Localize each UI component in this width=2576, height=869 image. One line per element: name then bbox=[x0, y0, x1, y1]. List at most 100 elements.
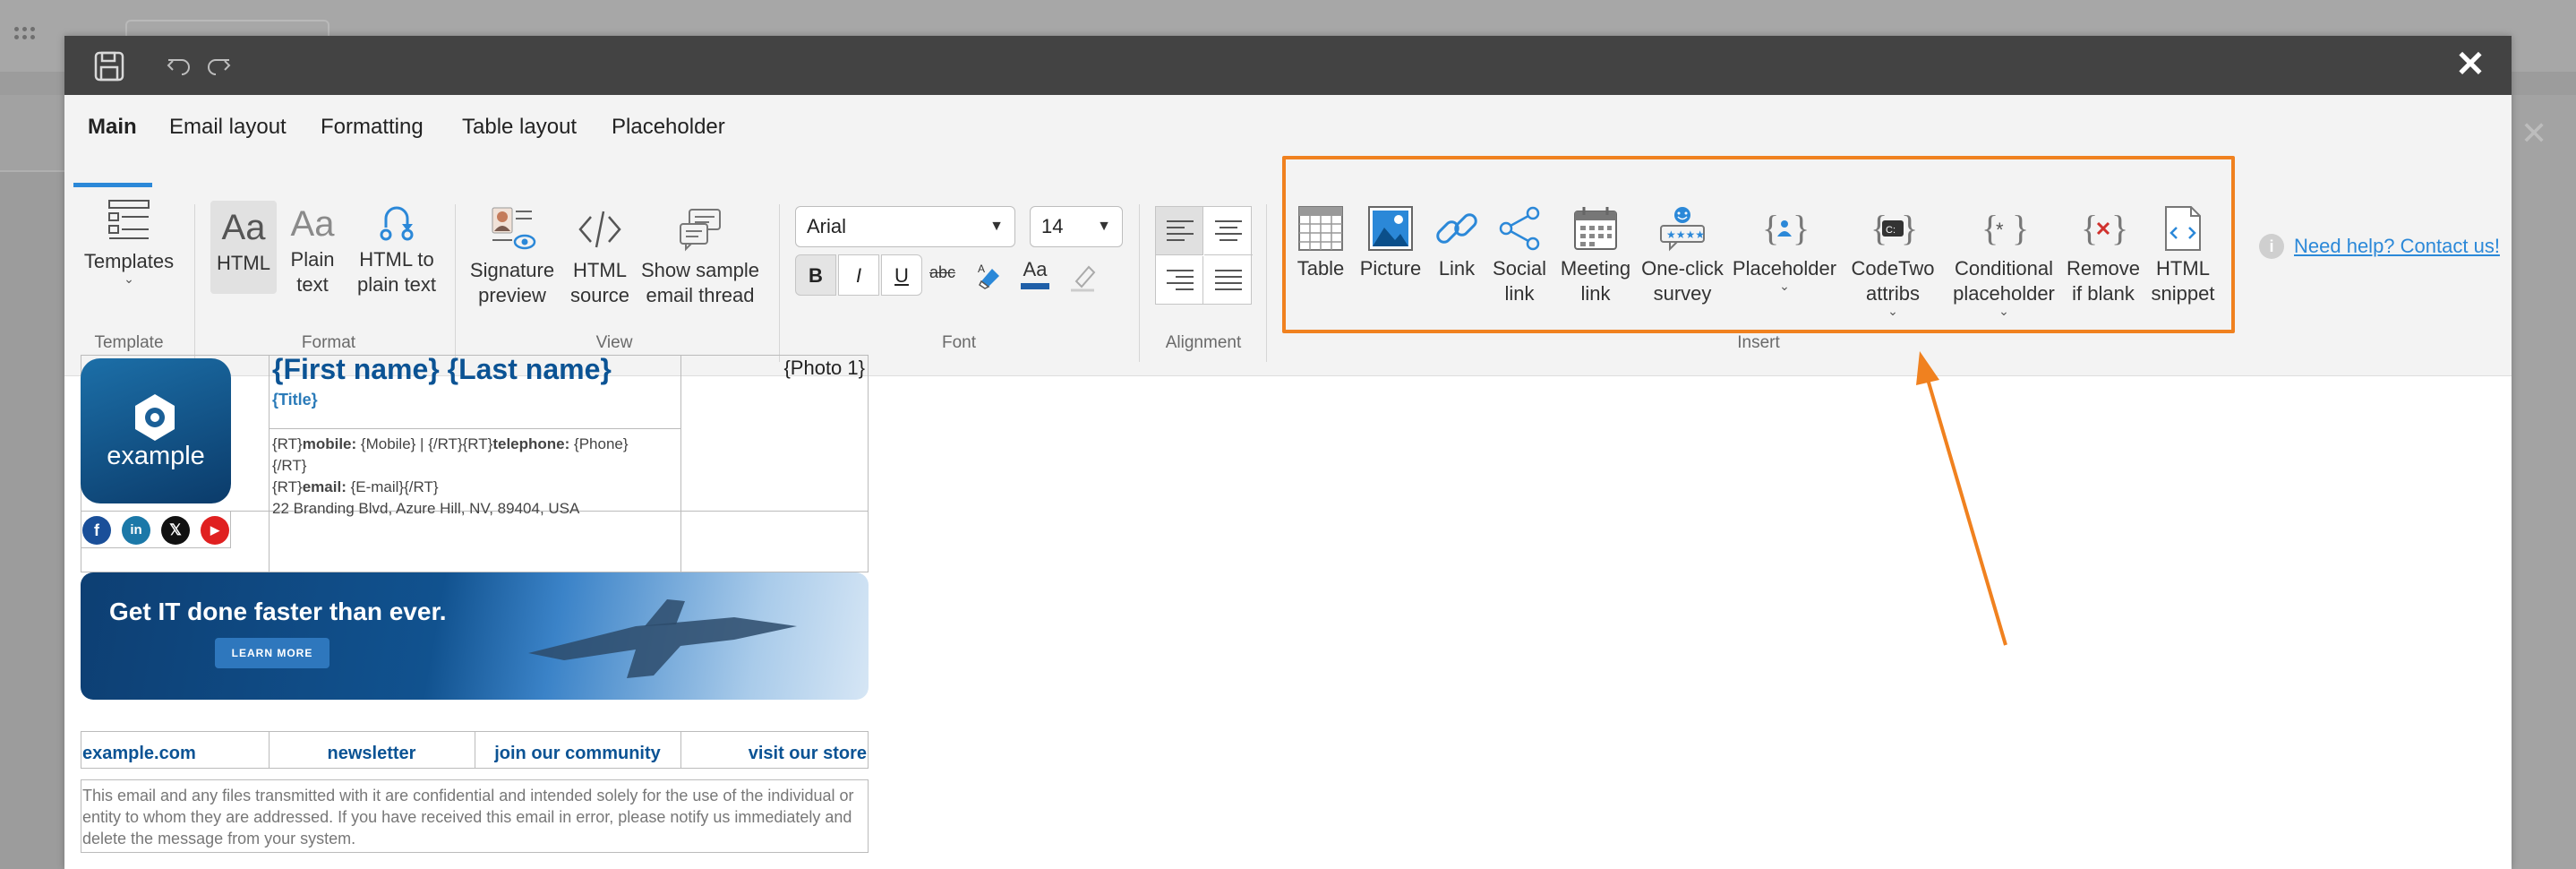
templates-icon bbox=[108, 200, 150, 239]
email-value: {E-mail}{/RT} bbox=[346, 478, 439, 495]
logo-text: example bbox=[107, 442, 205, 470]
html-source-button[interactable]: HTML source bbox=[564, 204, 636, 308]
group-label-view: View bbox=[595, 333, 633, 352]
title-bar: ✕ bbox=[64, 36, 2512, 95]
banner-headline: Get IT done faster than ever. bbox=[109, 598, 447, 626]
email-label: email: bbox=[302, 478, 347, 495]
signature-editor-window: ✕ Main Email layout Formatting Table lay… bbox=[64, 36, 2512, 869]
link-website[interactable]: example.com bbox=[82, 744, 196, 764]
signature-preview-label-1: Signature bbox=[469, 259, 555, 281]
link-store[interactable]: visit our store bbox=[680, 744, 867, 764]
email-thread-icon bbox=[680, 209, 721, 252]
logo-mark-icon bbox=[135, 394, 175, 441]
templates-button[interactable]: Templates ⌄ bbox=[82, 195, 175, 286]
font-family-value: Arial bbox=[807, 215, 847, 237]
tab-table-layout[interactable]: Table layout bbox=[462, 115, 577, 140]
photo-placeholder: {Photo 1} bbox=[783, 357, 865, 379]
rt-tag: {RT} bbox=[272, 478, 303, 495]
table-border bbox=[680, 355, 681, 572]
address: 22 Branding Blvd, Azure Hill, NV, 89404,… bbox=[272, 500, 580, 517]
html-to-plain-text-button[interactable]: HTML to plain text bbox=[347, 204, 447, 297]
banner-text-part-1: Get bbox=[109, 598, 158, 625]
tab-main[interactable]: Main bbox=[88, 115, 137, 140]
align-justify-button[interactable] bbox=[1204, 256, 1253, 305]
facebook-icon[interactable]: f bbox=[82, 516, 111, 545]
html-format-label: HTML bbox=[217, 252, 270, 274]
highlight-pen-icon[interactable] bbox=[1067, 262, 1098, 297]
tab-placeholder[interactable]: Placeholder bbox=[612, 115, 725, 140]
help-contact-link[interactable]: Need help? Contact us! bbox=[2294, 235, 2500, 258]
mobile-value: {Mobile} | {/RT}{RT} bbox=[356, 435, 493, 452]
group-label-alignment: Alignment bbox=[1165, 333, 1242, 352]
chevron-down-icon: ▼ bbox=[989, 219, 1004, 234]
app-grid-icon bbox=[14, 27, 36, 45]
html-source-label-2: source bbox=[569, 284, 630, 306]
font-family-select[interactable]: Arial ▼ bbox=[795, 206, 1015, 247]
link-newsletter[interactable]: newsletter bbox=[269, 744, 475, 764]
close-button[interactable]: ✕ bbox=[2452, 47, 2488, 82]
background-close-icon: ✕ bbox=[2520, 115, 2548, 151]
signature-preview-button[interactable]: Signature preview bbox=[467, 204, 557, 308]
telephone-value: {Phone} bbox=[569, 435, 629, 452]
linkedin-icon[interactable]: in bbox=[122, 516, 150, 545]
templates-label: Templates bbox=[83, 250, 175, 272]
alignment-grid bbox=[1155, 206, 1253, 305]
background-panel bbox=[0, 95, 64, 172]
promo-banner[interactable]: Get IT done faster than ever. LEARN MORE bbox=[81, 572, 869, 700]
info-icon: i bbox=[2259, 234, 2284, 259]
html-aa-icon: Aa bbox=[221, 208, 266, 247]
show-sample-label-2: email thread bbox=[646, 284, 755, 306]
ribbon-separator bbox=[779, 204, 780, 362]
html-to-plain-text-label-2: plain text bbox=[356, 273, 437, 296]
convert-icon bbox=[380, 206, 414, 241]
group-label-format: Format bbox=[301, 333, 356, 352]
plain-text-button[interactable]: Aa Plain text bbox=[279, 204, 346, 297]
signature-name: {First name} {Last name} bbox=[272, 353, 612, 385]
rt-close-tag: {/RT} bbox=[272, 457, 307, 474]
undo-icon[interactable] bbox=[159, 47, 199, 86]
svg-text:A: A bbox=[978, 262, 985, 275]
tab-formatting[interactable]: Formatting bbox=[321, 115, 424, 140]
signature-preview-icon bbox=[492, 207, 536, 250]
jet-image bbox=[528, 599, 797, 678]
plain-text-label-1: Plain bbox=[290, 248, 335, 271]
font-size-select[interactable]: 14 ▼ bbox=[1030, 206, 1123, 247]
clear-formatting-icon[interactable]: A bbox=[974, 262, 1005, 297]
signature-preview: example {First name} {Last name} {Title}… bbox=[81, 353, 869, 853]
active-tab-indicator bbox=[73, 183, 152, 187]
align-center-button[interactable] bbox=[1204, 207, 1253, 255]
plain-text-label-2: text bbox=[296, 273, 329, 296]
tab-email-layout[interactable]: Email layout bbox=[169, 115, 287, 140]
code-icon bbox=[578, 211, 621, 248]
signature-preview-label-2: preview bbox=[478, 284, 546, 306]
table-border bbox=[269, 355, 270, 572]
link-community[interactable]: join our community bbox=[475, 744, 680, 764]
learn-more-button[interactable]: LEARN MORE bbox=[215, 638, 329, 668]
html-to-plain-text-label-1: HTML to bbox=[359, 248, 434, 271]
youtube-icon[interactable]: ▶ bbox=[201, 516, 229, 545]
banner-text-bold: IT bbox=[158, 598, 181, 625]
company-logo: example bbox=[81, 358, 231, 503]
ribbon-separator bbox=[455, 204, 456, 362]
mobile-label: mobile: bbox=[302, 435, 357, 452]
align-left-button[interactable] bbox=[1156, 207, 1203, 255]
bold-button[interactable]: B bbox=[795, 254, 836, 296]
italic-button[interactable]: I bbox=[838, 254, 879, 296]
font-color-button[interactable]: Aa bbox=[1019, 258, 1051, 289]
html-source-label-1: HTML bbox=[573, 259, 627, 281]
chevron-down-icon: ⌄ bbox=[124, 271, 134, 286]
banner-text-part-2: done faster than ever. bbox=[180, 598, 447, 625]
save-icon[interactable] bbox=[90, 47, 129, 86]
underline-button[interactable]: U bbox=[881, 254, 922, 296]
strikethrough-button[interactable]: abc bbox=[929, 263, 955, 282]
show-sample-email-thread-button[interactable]: Show sample email thread bbox=[639, 204, 761, 308]
html-format-button[interactable]: Aa HTML bbox=[210, 201, 277, 294]
insert-group-highlight bbox=[1282, 156, 2235, 333]
align-right-button[interactable] bbox=[1156, 256, 1203, 305]
show-sample-label-1: Show sample bbox=[640, 259, 760, 281]
x-icon[interactable]: 𝕏 bbox=[161, 516, 190, 545]
telephone-label: telephone: bbox=[492, 435, 570, 452]
group-label-insert: Insert bbox=[1737, 333, 1780, 352]
redo-icon[interactable] bbox=[199, 47, 238, 86]
group-label-font: Font bbox=[941, 333, 977, 352]
